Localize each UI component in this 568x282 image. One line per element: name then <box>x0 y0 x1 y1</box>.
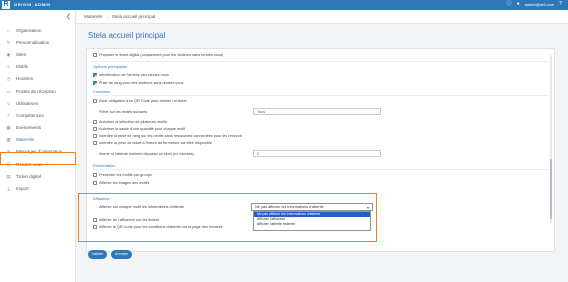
option-groupe[interactable]: Présenter les motifs par groupe <box>93 173 152 177</box>
option-quantite[interactable]: Autoriser la saisie d'une quantité pour … <box>93 127 185 131</box>
sidebar-menu: ⌂ Organisation ✎ Personnalisation ◉ Sites ≡… <box>0 24 76 195</box>
star-icon: ✧ <box>6 112 11 118</box>
dropdown-option[interactable]: Afficher l'attente estimée <box>254 222 370 227</box>
sidebar-item-competences[interactable]: ✧ Compétences <box>0 109 76 121</box>
option-images[interactable]: Afficher les images des motifs <box>93 181 149 185</box>
top-bar: R ORIGIN_ADMIN ⓘ ● amber@arti.com ? <box>0 0 568 10</box>
sidebar-item-motifs[interactable]: ≡ Motifs <box>0 61 76 73</box>
building-icon: ⌂ <box>7 27 10 33</box>
sidebar-item-ticket-digital[interactable]: ▤ Ticket digital <box>0 170 76 182</box>
brand-name: ORIGIN_ADMIN <box>14 2 51 7</box>
chevron-down-icon: ▾ <box>366 205 369 210</box>
checkbox[interactable] <box>93 99 97 103</box>
download-icon: ⤓ <box>7 186 10 192</box>
option-ticket-digital[interactable]: Proposer le ticket digital (uniquement p… <box>93 53 223 57</box>
breadcrumb-current: Stela accueil principal <box>111 14 156 19</box>
sidebar-item-utilisateurs[interactable]: ☺ Utilisateurs <box>0 97 76 109</box>
scrollbar-thumb[interactable] <box>550 159 552 219</box>
sidebar-item-horaires[interactable]: ◷ Horaires <box>0 73 76 85</box>
option-prise-rang[interactable]: Prise de rang pour des visiteurs sans re… <box>93 81 183 85</box>
checkbox[interactable] <box>93 173 97 177</box>
user-email[interactable]: amber@arti.com <box>525 2 555 7</box>
affluence-select[interactable]: Ne pas afficher les informations d'atten… <box>251 203 373 211</box>
calendar-icon: ▦ <box>6 125 11 131</box>
divider <box>93 169 548 170</box>
sidebar-item-personnalisation[interactable]: ✎ Personnalisation <box>0 36 76 48</box>
divider <box>93 95 548 96</box>
validate-button[interactable]: Valider <box>88 250 107 259</box>
user-icon[interactable]: ● <box>517 2 520 7</box>
info-icon[interactable]: ⓘ <box>507 2 512 7</box>
desk-icon: ▭ <box>6 88 11 94</box>
pin-icon: ◉ <box>6 51 11 57</box>
checkbox[interactable] <box>93 81 97 85</box>
alerte-seuil-input[interactable]: 0 <box>253 150 381 157</box>
checkbox[interactable] <box>93 181 97 185</box>
option-qr-code[interactable]: Avoir obligation d'un QR Code pour donne… <box>93 99 187 103</box>
sidebar-item-sites[interactable]: ◉ Sites <box>0 48 76 60</box>
section-options-principales: Options principales <box>93 64 128 69</box>
active-item-highlight <box>0 152 76 165</box>
checkbox[interactable] <box>93 134 97 138</box>
filter-label: Filtrer sur les motifs suivants <box>99 110 148 114</box>
option-plusieurs-motifs[interactable]: Autoriser la sélection de plusieurs moti… <box>93 120 167 124</box>
clock-icon: ◷ <box>6 76 11 82</box>
sidebar: ❮ ⌂ Organisation ✎ Personnalisation ◉ Sites… <box>0 10 76 282</box>
user-icon: ☺ <box>6 100 11 106</box>
sidebar-item-materiels[interactable]: ▥ Materiels <box>0 134 76 146</box>
breadcrumb-root[interactable]: Materiels <box>84 14 102 19</box>
list-icon: ≡ <box>7 64 10 70</box>
checkbox[interactable] <box>93 127 97 131</box>
affluence-select-value: Ne pas afficher les informations d'atten… <box>255 205 324 209</box>
alerte-label: Avertir si l'attente estimée dépasse ce … <box>99 152 194 156</box>
page-title: Stela accueil principal <box>88 31 166 40</box>
sidebar-item-organisation[interactable]: ⌂ Organisation <box>0 24 76 36</box>
checkbox[interactable] <box>93 53 97 57</box>
breadcrumb-separator: › <box>106 14 108 19</box>
top-right-tools: ⓘ ● amber@arti.com ? <box>507 2 562 8</box>
cancel-button[interactable]: Annuler <box>111 250 132 259</box>
option-ressources[interactable]: Interdire la prise de rang sur les motif… <box>93 134 242 138</box>
help-icon[interactable]: ? <box>559 2 562 7</box>
brush-icon: ✎ <box>6 39 11 45</box>
sidebar-item-import[interactable]: ⤓ Import <box>0 182 76 194</box>
affluence-dropdown: Ne pas afficher les informations d'atten… <box>253 211 371 231</box>
ticket-icon: ▤ <box>6 173 11 179</box>
checkbox[interactable] <box>93 73 97 77</box>
device-icon: ▥ <box>6 137 11 143</box>
divider <box>93 61 548 62</box>
collapse-sidebar-icon[interactable]: ❮ <box>66 13 71 20</box>
sidebar-item-evenements[interactable]: ▦ Evénements <box>0 122 76 134</box>
option-identification[interactable]: Identification de l'arrivée des rendez-v… <box>93 73 169 77</box>
section-controles: Contrôles <box>93 89 111 94</box>
checkbox[interactable] <box>93 120 97 124</box>
option-fermeture[interactable]: Interdire la prise de ticket à l'heure d… <box>93 141 212 145</box>
app-logo[interactable]: R <box>2 1 10 9</box>
section-presentation: Présentation <box>93 163 116 168</box>
filter-motifs-input[interactable]: Tous <box>253 108 381 115</box>
checkbox[interactable] <box>93 141 97 145</box>
breadcrumb: Materiels › Stela accueil principal <box>77 10 568 24</box>
sidebar-item-postes[interactable]: ▭ Postes de réception <box>0 85 76 97</box>
